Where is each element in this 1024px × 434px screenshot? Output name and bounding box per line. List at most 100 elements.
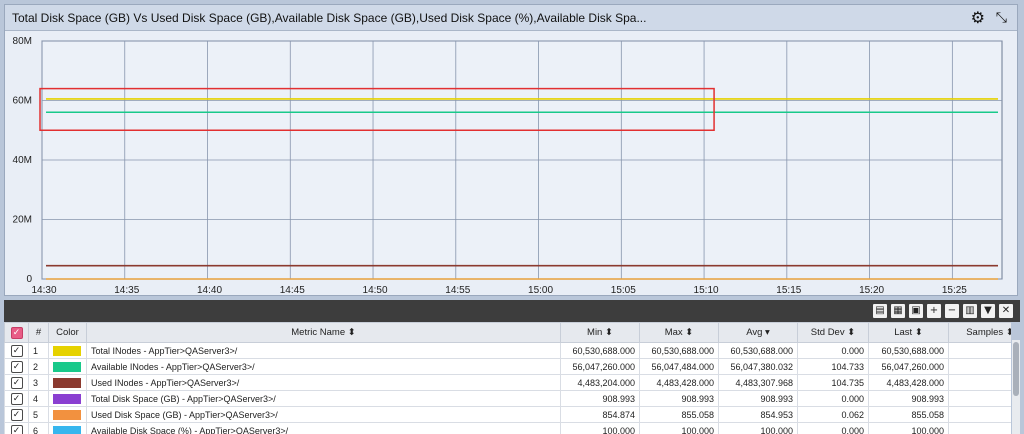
row-select-cell: ✓: [4, 390, 29, 407]
cell-samples: 31: [948, 422, 1011, 434]
row-checkbox[interactable]: ✓: [10, 392, 23, 405]
cell-max: 60,530,688.000: [639, 342, 719, 359]
y-tick-label: 40M: [13, 155, 32, 166]
table-row[interactable]: ✓ 4 Total Disk Space (GB) - AppTier>QAServ…: [4, 390, 1011, 407]
cell-std: 104.735: [797, 374, 869, 391]
row-checkbox[interactable]: ✓: [10, 376, 23, 389]
cell-metric: Available INodes - AppTier>QAServer3>/: [86, 358, 561, 375]
header-max[interactable]: Max ⬍: [639, 322, 719, 343]
cell-last: 855.058: [868, 406, 949, 423]
header-color: Color: [48, 322, 87, 343]
x-tick-label: 14:55: [445, 285, 470, 295]
row-checkbox[interactable]: ✓: [10, 424, 23, 434]
row-checkbox[interactable]: ✓: [10, 344, 23, 357]
x-tick-label: 15:20: [859, 285, 884, 295]
scrollbar-thumb[interactable]: [1013, 342, 1019, 396]
cell-std: 0.000: [797, 422, 869, 434]
cell-min: 56,047,260.000: [560, 358, 640, 375]
filter-button[interactable]: ▼: [981, 304, 995, 318]
color-swatch[interactable]: [53, 393, 81, 404]
cell-index: 3: [28, 374, 49, 391]
panel-title: Total Disk Space (GB) Vs Used Disk Space…: [12, 11, 647, 25]
row-select-cell: ✓: [4, 406, 29, 423]
color-swatch[interactable]: [53, 345, 81, 356]
cell-metric: Used Disk Space (GB) - AppTier>QAServer3…: [86, 406, 561, 423]
cell-metric: Available Disk Space (%) - AppTier>QASer…: [86, 422, 561, 434]
close-button[interactable]: ✕: [999, 304, 1013, 318]
header-avg[interactable]: Avg ▾: [718, 322, 798, 343]
y-tick-label: 80M: [13, 36, 32, 47]
cell-last: 908.993: [868, 390, 949, 407]
cell-avg: 56,047,380.032: [718, 358, 798, 375]
add-button[interactable]: +: [927, 304, 941, 318]
x-tick-label: 14:35: [114, 285, 139, 295]
header-metric-name[interactable]: Metric Name ⬍: [86, 322, 561, 343]
remove-button[interactable]: −: [945, 304, 959, 318]
cell-avg: 908.993: [718, 390, 798, 407]
color-swatch[interactable]: [53, 377, 81, 388]
export-pdf-button[interactable]: ▤: [873, 304, 887, 318]
cell-samples: 31: [948, 406, 1011, 423]
table-row[interactable]: ✓ 5 Used Disk Space (GB) - AppTier>QAServe…: [4, 406, 1011, 423]
cell-last: 56,047,260.000: [868, 358, 949, 375]
table-row[interactable]: ✓ 2 Available INodes - AppTier>QAServer3>/…: [4, 358, 1011, 375]
cell-metric: Used INodes - AppTier>QAServer3>/: [86, 374, 561, 391]
cell-avg: 4,483,307.968: [718, 374, 798, 391]
y-tick-label: 20M: [13, 215, 32, 226]
row-select-cell: ✓: [4, 358, 29, 375]
table-row[interactable]: ✓ 3 Used INodes - AppTier>QAServer3>/ 4,483…: [4, 374, 1011, 391]
cell-max: 100.000: [639, 422, 719, 434]
cell-samples: 31: [948, 390, 1011, 407]
x-tick-label: 15:25: [942, 285, 967, 295]
row-select-cell: ✓: [4, 342, 29, 359]
y-tick-label: 60M: [13, 96, 32, 107]
y-tick-label: 0: [26, 274, 32, 285]
color-cell: [48, 390, 87, 407]
cell-max: 56,047,484.000: [639, 358, 719, 375]
columns-button[interactable]: ▥: [963, 304, 977, 318]
x-tick-label: 15:00: [528, 285, 553, 295]
x-tick-label: 15:05: [611, 285, 636, 295]
select-all-cell[interactable]: ✓: [4, 322, 29, 343]
x-tick-label: 14:45: [280, 285, 305, 295]
cell-samples: 31: [948, 358, 1011, 375]
cell-last: 4,483,428.000: [868, 374, 949, 391]
color-cell: [48, 422, 87, 434]
color-swatch[interactable]: [53, 425, 81, 434]
table-row[interactable]: ✓ 6 Available Disk Space (%) - AppTier>QAS…: [4, 422, 1011, 434]
export-csv-button[interactable]: ▦: [891, 304, 905, 318]
row-checkbox[interactable]: ✓: [10, 408, 23, 421]
row-checkbox[interactable]: ✓: [10, 360, 23, 373]
color-swatch[interactable]: [53, 361, 81, 372]
metrics-table: ✓ # Color Metric Name ⬍ Min ⬍ Max ⬍ Avg …: [4, 322, 1011, 434]
x-tick-label: 15:15: [776, 285, 801, 295]
cell-index: 5: [28, 406, 49, 423]
cell-index: 6: [28, 422, 49, 434]
row-select-cell: ✓: [4, 422, 29, 434]
table-row[interactable]: ✓ 1 Total INodes - AppTier>QAServer3>/60,5…: [4, 342, 1011, 359]
color-swatch[interactable]: [53, 409, 81, 420]
save-button[interactable]: ▣: [909, 304, 923, 318]
table-scrollbar[interactable]: [1012, 340, 1020, 434]
x-tick-label: 14:50: [363, 285, 388, 295]
cell-min: 60,530,688.000: [560, 342, 640, 359]
header-last[interactable]: Last ⬍: [868, 322, 949, 343]
color-cell: [48, 374, 87, 391]
table-header-row: ✓ # Color Metric Name ⬍ Min ⬍ Max ⬍ Avg …: [4, 322, 1011, 343]
gear-icon[interactable]: ⚙: [971, 8, 985, 28]
select-all-checkbox[interactable]: ✓: [10, 326, 23, 339]
cell-samples: 31: [948, 374, 1011, 391]
cell-avg: 60,530,688.000: [718, 342, 798, 359]
cell-max: 908.993: [639, 390, 719, 407]
header-min[interactable]: Min ⬍: [560, 322, 640, 343]
cell-metric: Total INodes - AppTier>QAServer3>/: [86, 342, 561, 359]
collapse-arrows-icon[interactable]: ⤡: [996, 9, 1007, 26]
header-std-dev[interactable]: Std Dev ⬍: [797, 322, 869, 343]
cell-max: 855.058: [639, 406, 719, 423]
cell-min: 854.874: [560, 406, 640, 423]
cell-std: 0.000: [797, 390, 869, 407]
cell-metric: Total Disk Space (GB) - AppTier>QAServer…: [86, 390, 561, 407]
header-samples[interactable]: Samples ⬍: [948, 322, 1011, 343]
cell-min: 908.993: [560, 390, 640, 407]
cell-max: 4,483,428.000: [639, 374, 719, 391]
